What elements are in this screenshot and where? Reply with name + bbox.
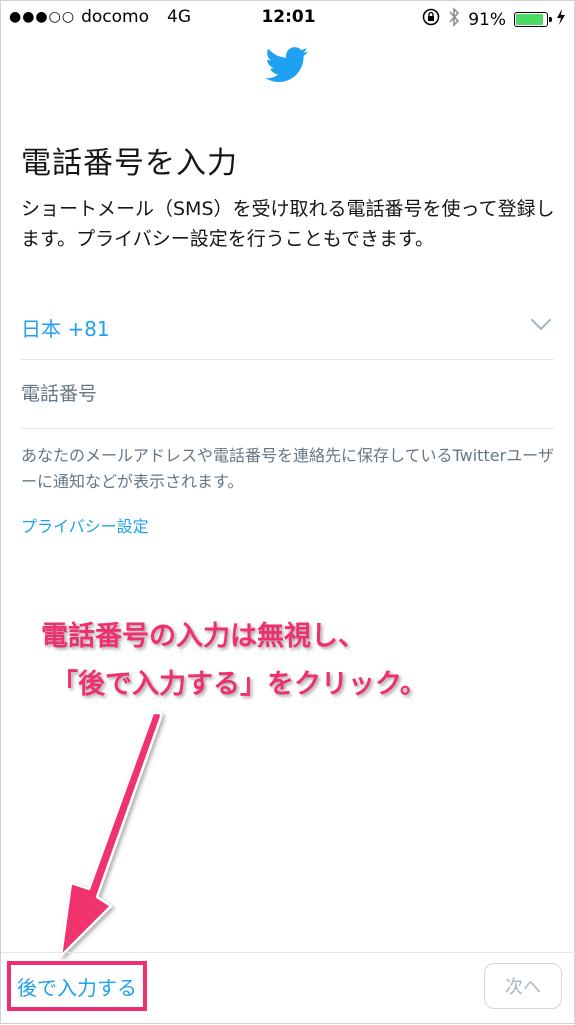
page-title: 電話番号を入力 <box>21 146 238 181</box>
orientation-lock-icon <box>422 8 440 31</box>
status-bar: ●●●○○ docomo 4G 12:01 91% <box>1 1 575 35</box>
privacy-settings-link[interactable]: プライバシー設定 <box>21 513 149 537</box>
annotation-line-2: 「後で入力する」をクリック。 <box>51 669 427 700</box>
phone-number-input[interactable] <box>21 374 554 414</box>
country-code-label: 日本 +81 <box>21 317 110 341</box>
status-bar-right: 91% <box>422 7 566 32</box>
charging-bolt-icon <box>556 9 566 30</box>
country-code-selector[interactable]: 日本 +81 <box>21 301 554 360</box>
screen-frame: ●●●○○ docomo 4G 12:01 91% 電話番号を入力 ショートメー… <box>0 0 575 1024</box>
contact-notice: あなたのメールアドレスや電話番号を連絡先に保存しているTwitterユーザーに通… <box>21 446 554 491</box>
battery-fill <box>516 14 544 25</box>
next-button[interactable]: 次へ <box>484 963 562 1009</box>
page-description: ショートメール（SMS）を受け取れる電話番号を使って登録します。プライバシー設定… <box>21 198 555 250</box>
enter-later-button[interactable]: 後で入力する <box>7 961 147 1011</box>
bluetooth-icon <box>448 7 460 32</box>
twitter-bird-icon <box>265 47 309 83</box>
bottom-action-bar: 後で入力する 次へ <box>1 952 575 1023</box>
battery-percent: 91% <box>468 9 506 30</box>
phone-field-row <box>21 360 554 429</box>
chevron-down-icon <box>530 317 552 336</box>
battery-icon <box>514 12 552 27</box>
annotation-line-1: 電話番号の入力は無視し、 <box>41 621 365 652</box>
tutorial-annotation: 電話番号の入力は無視し、 「後で入力する」をクリック。 <box>41 613 427 709</box>
